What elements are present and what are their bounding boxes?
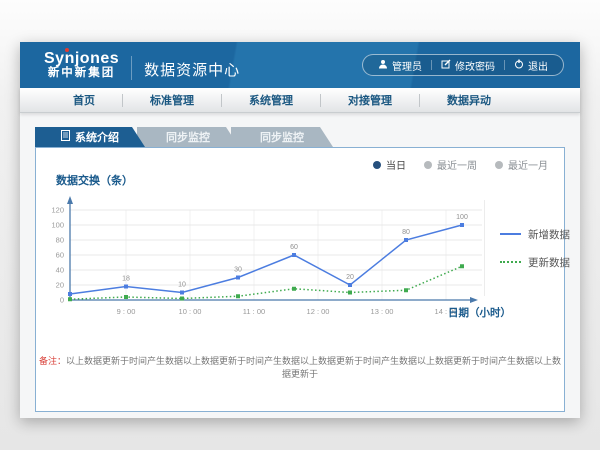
- data-point-label: 80: [402, 229, 410, 236]
- legend-new-data-label: 新增数据: [528, 227, 570, 242]
- page-title: 数据资源中心: [144, 59, 240, 80]
- change-password-button[interactable]: 修改密码: [432, 58, 504, 73]
- radio-dot: [495, 161, 503, 169]
- radio-dot: [424, 161, 432, 169]
- legend-line-solid: [500, 233, 521, 235]
- logo-brand-text: Synjones: [44, 50, 119, 68]
- radio-option-today-label: 当日: [386, 157, 406, 172]
- main-nav: 首页 标准管理 系统管理 对接管理 数据异动: [20, 88, 580, 113]
- chart-legend: 新增数据 更新数据: [484, 200, 570, 296]
- logo-accent-dot: [65, 48, 69, 52]
- user-menu-admin-label: 管理员: [392, 58, 422, 73]
- footnote-text: 以上数据更新于时间产生数据以上数据更新于时间产生数据以上数据更新于时间产生数据以…: [66, 356, 561, 379]
- y-tick-label: 100: [51, 221, 64, 230]
- radio-option-last-week[interactable]: 最近一周: [424, 157, 477, 172]
- user-menu-admin[interactable]: 管理员: [369, 58, 431, 73]
- radio-option-last-month[interactable]: 最近一月: [495, 157, 548, 172]
- nav-item-interface-mgmt[interactable]: 对接管理: [321, 92, 419, 108]
- nav-item-data-change[interactable]: 数据异动: [420, 92, 518, 108]
- change-password-label: 修改密码: [455, 58, 495, 73]
- tab-sync-monitor-1[interactable]: 同步监控: [137, 127, 239, 147]
- data-point: [348, 291, 352, 295]
- footnote: 备注：以上数据更新于时间产生数据以上数据更新于时间产生数据以上数据更新于时间产生…: [36, 354, 564, 380]
- data-point: [460, 223, 464, 227]
- radio-option-today[interactable]: 当日: [373, 157, 406, 172]
- data-point-label: 100: [456, 214, 468, 221]
- nav-item-home[interactable]: 首页: [46, 92, 122, 108]
- line-chart: 0 20 40 60 80 100 120 9 : 00 10 : 00 11 : 00 12 : …: [46, 188, 498, 328]
- data-point: [124, 295, 128, 299]
- y-tick-label: 80: [56, 236, 64, 245]
- x-tick-label: 13 : 00: [371, 307, 394, 316]
- x-axis-title: 日期（小时）: [448, 305, 511, 320]
- data-point: [292, 287, 296, 291]
- user-icon: [378, 59, 388, 72]
- user-menu: 管理员 修改密码 退出: [362, 54, 564, 76]
- y-tick-label: 40: [56, 266, 64, 275]
- y-axis-arrow: [67, 196, 73, 204]
- data-point: [348, 283, 352, 287]
- app-window: Synjones 新中新集团 数据资源中心 管理员 修改密码: [20, 42, 580, 418]
- data-point: [236, 294, 240, 298]
- data-point: [124, 285, 128, 289]
- data-point: [180, 291, 184, 295]
- legend-item-updated-data[interactable]: 更新数据: [500, 255, 570, 270]
- data-point: [68, 292, 72, 296]
- tab-system-intro[interactable]: 系统介绍: [35, 127, 145, 147]
- brand-logo: Synjones 新中新集团: [44, 50, 119, 80]
- x-tick-label: 10 : 00: [179, 307, 202, 316]
- legend-updated-data-label: 更新数据: [528, 255, 570, 270]
- x-tick-label: 9 : 00: [117, 307, 136, 316]
- header-divider: [131, 56, 132, 80]
- logo-company-text: 新中新集团: [44, 67, 119, 80]
- logout-button[interactable]: 退出: [505, 58, 557, 73]
- data-point-label: 60: [290, 244, 298, 251]
- data-point: [292, 253, 296, 257]
- x-tick-label: 11 : 00: [243, 307, 265, 316]
- tab-bar: 系统介绍 同步监控 同步监控: [35, 127, 580, 147]
- edit-icon: [441, 59, 451, 72]
- legend-line-dotted: [500, 261, 521, 263]
- data-point-label: 18: [122, 276, 130, 283]
- x-tick-label: 12 : 00: [307, 307, 330, 316]
- logout-label: 退出: [528, 58, 548, 73]
- data-point: [68, 297, 72, 301]
- footnote-label: 备注：: [39, 356, 66, 366]
- data-point-label: 10: [178, 282, 186, 289]
- header: Synjones 新中新集团 数据资源中心 管理员 修改密码: [20, 42, 580, 88]
- data-point: [180, 297, 184, 301]
- data-point: [460, 264, 464, 268]
- data-point: [236, 276, 240, 280]
- series-line-更新数据: [70, 266, 462, 299]
- tab-system-intro-label: 系统介绍: [75, 129, 119, 145]
- tab-sync-monitor-2[interactable]: 同步监控: [231, 127, 333, 147]
- radio-option-last-month-label: 最近一月: [508, 157, 548, 172]
- data-point-label: 30: [234, 267, 242, 274]
- tab-sync-monitor-2-label: 同步监控: [260, 129, 304, 145]
- radio-option-last-week-label: 最近一周: [437, 157, 477, 172]
- radio-dot: [373, 161, 381, 169]
- y-axis-title: 数据交换（条）: [56, 172, 133, 188]
- logout-icon: [514, 59, 524, 72]
- document-icon: [61, 130, 70, 144]
- x-axis-arrow: [470, 297, 478, 303]
- data-point: [404, 288, 408, 292]
- y-tick-label: 20: [56, 281, 64, 290]
- y-tick-label: 120: [51, 206, 64, 215]
- y-tick-label: 60: [56, 251, 64, 260]
- time-range-options: 当日 最近一周 最近一月: [373, 157, 548, 172]
- data-point-label: 20: [346, 274, 354, 281]
- nav-item-system-mgmt[interactable]: 系统管理: [222, 92, 320, 108]
- data-point: [404, 238, 408, 242]
- tab-sync-monitor-1-label: 同步监控: [166, 129, 210, 145]
- y-tick-label: 0: [60, 296, 64, 305]
- legend-item-new-data[interactable]: 新增数据: [500, 227, 570, 242]
- chart-panel: 当日 最近一周 最近一月 数据交换（条） 0 20 40 60 80 100 120 9 : …: [35, 147, 565, 412]
- nav-item-standard-mgmt[interactable]: 标准管理: [123, 92, 221, 108]
